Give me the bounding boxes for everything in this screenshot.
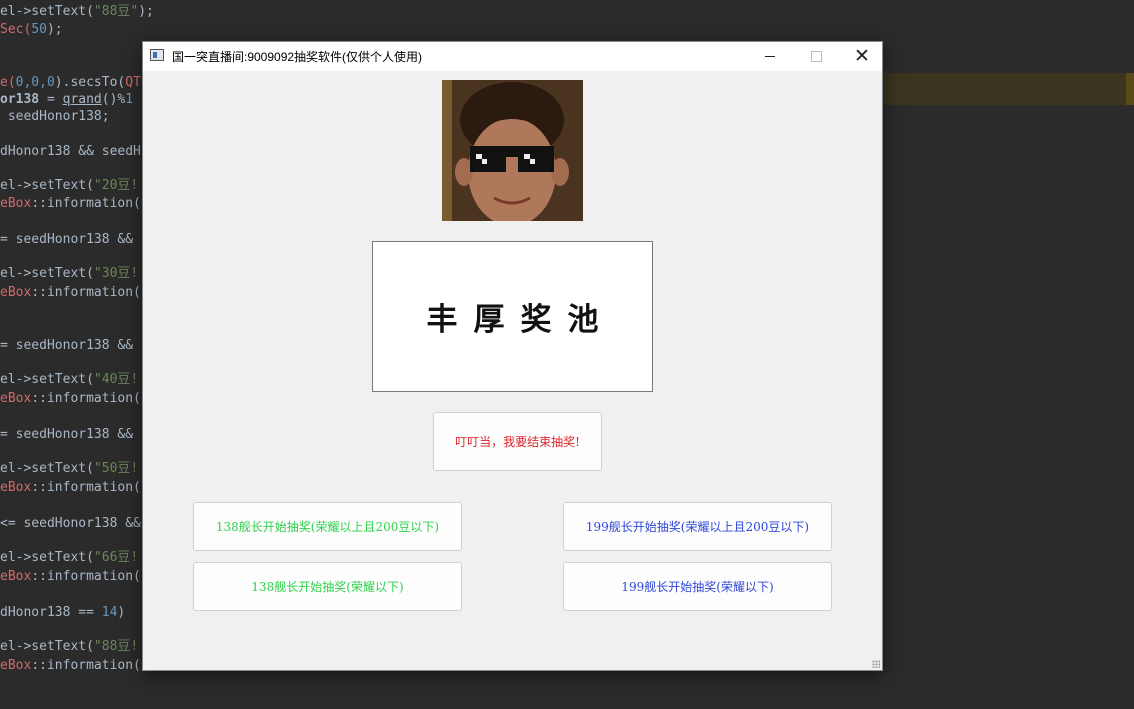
code-line: Sec(50); xyxy=(0,21,63,39)
code-token: ()% xyxy=(102,92,125,107)
code-line: e(0,0,0).secsTo(QT xyxy=(0,74,141,92)
code-line: = seedHonor138 && xyxy=(0,231,133,249)
code-token: eBox xyxy=(0,196,31,211)
code-token: eBox xyxy=(0,391,31,406)
code-token: el->setText( xyxy=(0,372,94,387)
code-token: "66豆! xyxy=(94,550,138,565)
code-line: eBox::information( xyxy=(0,195,141,213)
close-button[interactable]: ✕ xyxy=(839,42,885,71)
code-token: = xyxy=(39,92,62,107)
minimize-icon xyxy=(765,56,775,57)
code-line: seedHonor138; xyxy=(0,108,110,126)
code-line: dHonor138 == 14) xyxy=(0,604,125,622)
code-token: eBox xyxy=(0,285,31,300)
code-token: eBox xyxy=(0,480,31,495)
code-token: ::information( xyxy=(31,391,141,406)
code-line: eBox::information( xyxy=(0,568,141,586)
start-199-low-button[interactable]: 199舰长开始抽奖(荣耀以下) xyxy=(563,562,832,611)
code-token: "50豆! xyxy=(94,461,138,476)
code-token: "40豆! xyxy=(94,372,138,387)
code-token: el->setText( xyxy=(0,266,94,281)
code-token: eBox xyxy=(0,569,31,584)
code-token: = seedHonor138 && xyxy=(0,232,133,247)
code-token: el->setText( xyxy=(0,639,94,654)
code-token: dHonor138 == xyxy=(0,605,102,620)
code-token: el->setText( xyxy=(0,461,94,476)
code-token: 1 xyxy=(125,92,133,107)
stop-draw-button[interactable]: 叮叮当，我要结束抽奖! xyxy=(433,412,602,471)
code-line: el->setText("40豆! xyxy=(0,371,138,389)
code-token: el->setText( xyxy=(0,178,94,193)
code-line: el->setText("88豆"); xyxy=(0,3,154,21)
code-token: "88豆" xyxy=(94,4,138,19)
code-token: ).secsTo( xyxy=(55,75,125,90)
code-token: or138 xyxy=(0,92,39,107)
code-token: ); xyxy=(47,22,63,37)
code-token: ::information( xyxy=(31,285,141,300)
code-token: dHonor138 && seedH xyxy=(0,144,141,159)
code-token: ) xyxy=(117,605,125,620)
prize-pool-label: 丰厚奖池 xyxy=(411,294,615,339)
lottery-app-window: 国一突直播间:9009092抽奖软件(仅供个人使用) ✕ 丰厚奖池 叮叮当，我要 xyxy=(142,41,883,671)
code-token: "30豆! xyxy=(94,266,138,281)
code-token: eBox xyxy=(0,658,31,673)
app-icon xyxy=(150,49,164,61)
code-token: e( xyxy=(0,75,16,90)
code-token: "20豆! xyxy=(94,178,138,193)
code-token: "88豆! xyxy=(94,639,138,654)
code-line: eBox::information( xyxy=(0,284,141,302)
prize-pool-panel: 丰厚奖池 xyxy=(372,241,653,392)
window-title: 国一突直播间:9009092抽奖软件(仅供个人使用) xyxy=(172,48,422,65)
maximize-icon xyxy=(811,51,822,62)
code-line: el->setText("66豆! xyxy=(0,549,138,567)
code-token: el->setText( xyxy=(0,4,94,19)
minimize-button[interactable] xyxy=(747,42,793,71)
code-token: = seedHonor138 && xyxy=(0,427,133,442)
code-line: el->setText("30豆! xyxy=(0,265,138,283)
code-token: Sec( xyxy=(0,22,31,37)
code-line: or138 = qrand()%1 xyxy=(0,91,133,109)
code-token: ); xyxy=(138,4,154,19)
code-line: el->setText("50豆! xyxy=(0,460,138,478)
start-138-low-button[interactable]: 138舰长开始抽奖(荣耀以下) xyxy=(193,562,462,611)
close-icon: ✕ xyxy=(854,45,870,68)
code-token: = seedHonor138 && xyxy=(0,338,133,353)
code-line: <= seedHonor138 && xyxy=(0,515,141,533)
avatar-image xyxy=(442,80,583,221)
code-token: ::information( xyxy=(31,658,141,673)
code-line: = seedHonor138 && xyxy=(0,426,133,444)
code-token: ::information( xyxy=(31,480,141,495)
code-line: eBox::information( xyxy=(0,657,141,675)
code-token: QT xyxy=(125,75,141,90)
code-token: seedHonor138; xyxy=(0,109,110,124)
start-138-high-button[interactable]: 138舰长开始抽奖(荣耀以上且200豆以下) xyxy=(193,502,462,551)
code-line: el->setText("88豆! xyxy=(0,638,138,656)
start-199-high-button[interactable]: 199舰长开始抽奖(荣耀以上且200豆以下) xyxy=(563,502,832,551)
code-line: el->setText("20豆! xyxy=(0,177,138,195)
code-token: <= seedHonor138 && xyxy=(0,516,141,531)
title-bar[interactable]: 国一突直播间:9009092抽奖软件(仅供个人使用) ✕ xyxy=(143,42,882,71)
code-token: 14 xyxy=(102,605,118,620)
code-token: ::information( xyxy=(31,569,141,584)
code-line: eBox::information( xyxy=(0,390,141,408)
maximize-button[interactable] xyxy=(793,42,839,71)
code-token: 0,0,0 xyxy=(16,75,55,90)
code-token: ::information( xyxy=(31,196,141,211)
code-line: eBox::information( xyxy=(0,479,141,497)
code-line: = seedHonor138 && xyxy=(0,337,133,355)
resize-grip[interactable] xyxy=(872,660,880,668)
code-token: 50 xyxy=(31,22,47,37)
code-token: qrand xyxy=(63,92,102,107)
code-line: dHonor138 && seedH xyxy=(0,143,141,161)
code-token: el->setText( xyxy=(0,550,94,565)
